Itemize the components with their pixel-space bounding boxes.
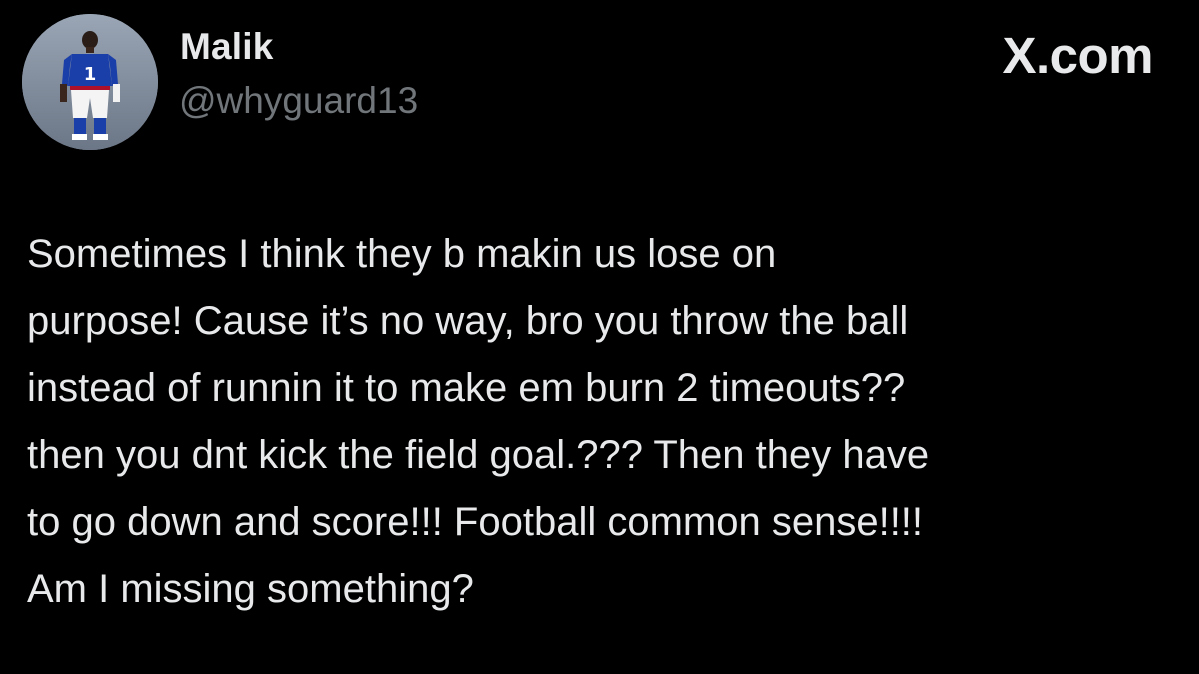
avatar[interactable]: 1 bbox=[22, 14, 158, 150]
tweet-text-line: purpose! Cause it’s no way, bro you thro… bbox=[27, 299, 909, 343]
tweet-text-line: to go down and score!!! Football common … bbox=[27, 500, 924, 544]
football-player-icon: 1 bbox=[22, 14, 158, 150]
tweet-text-line: then you dnt kick the field goal.??? The… bbox=[27, 433, 930, 477]
tweet-text-line: instead of runnin it to make em burn 2 t… bbox=[27, 366, 906, 410]
brand-watermark: X.com bbox=[1002, 27, 1153, 84]
author-handle[interactable]: @whyguard13 bbox=[179, 80, 418, 122]
tweet-text-line: Sometimes I think they b makin us lose o… bbox=[27, 232, 777, 276]
author-name[interactable]: Malik bbox=[180, 26, 274, 68]
svg-text:1: 1 bbox=[84, 64, 97, 85]
tweet-card: 1 Malik @whyguard13 X.com Sometimes I th… bbox=[0, 0, 1199, 674]
tweet-text: Sometimes I think they b makin us lose o… bbox=[27, 221, 1177, 623]
tweet-text-line: Am I missing something? bbox=[27, 567, 474, 611]
